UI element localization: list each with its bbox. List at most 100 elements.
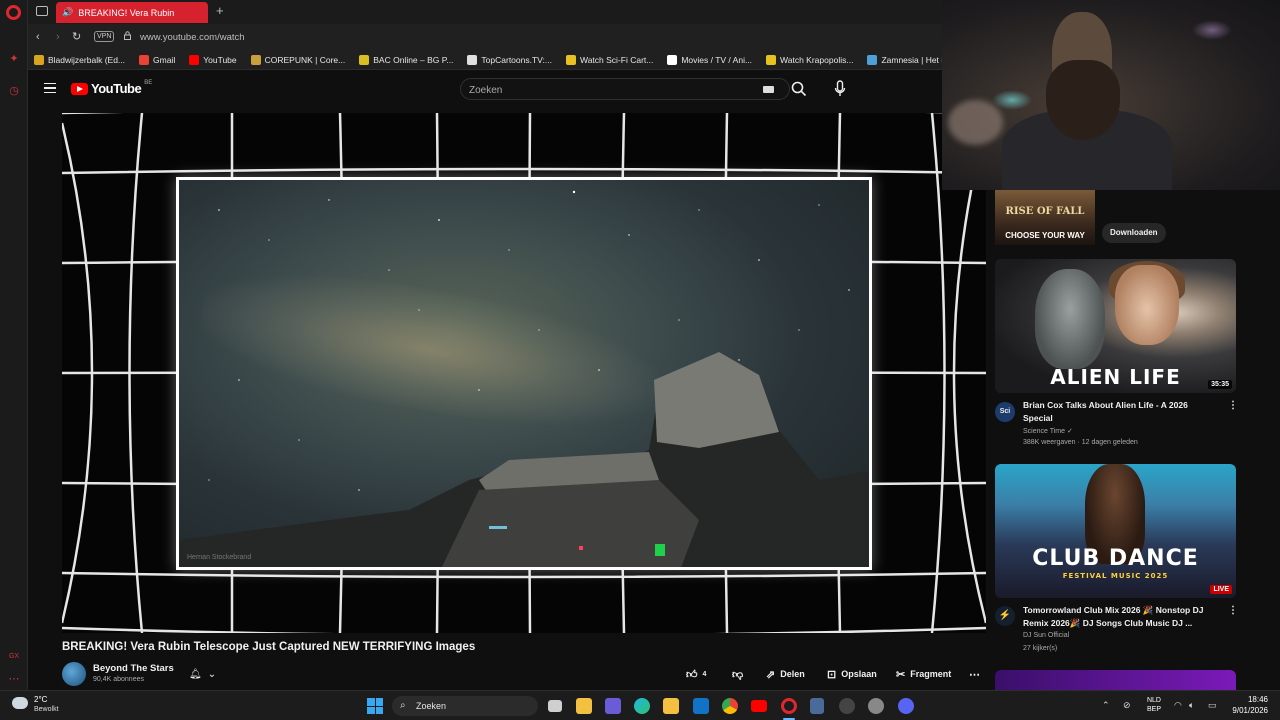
more-icon[interactable]: ⋯ — [7, 672, 21, 686]
outlook-icon[interactable] — [693, 698, 709, 714]
wifi-icon[interactable]: ◠ — [1174, 700, 1182, 711]
share-button[interactable]: ⇗ Delen — [766, 665, 805, 683]
chevron-down-icon: ⌄ — [207, 668, 217, 680]
bookmark-item[interactable]: YouTube — [189, 54, 237, 65]
bookmark-item[interactable]: Gmail — [139, 54, 176, 65]
dislike-button[interactable]: 👎︎ — [732, 665, 743, 683]
weather-cloud-icon[interactable] — [12, 697, 28, 709]
verified-icon: ✓ — [1066, 428, 1073, 435]
new-tab-button[interactable]: + — [216, 4, 224, 18]
network-off-icon[interactable]: ⊘ — [1123, 700, 1131, 711]
taskbar-search-input[interactable] — [416, 699, 526, 713]
bookmark-item[interactable]: Zamnesia | Het Be — [867, 54, 942, 65]
search-icon[interactable] — [790, 80, 808, 98]
clock-date[interactable]: 9/01/2026 — [1224, 706, 1268, 715]
battery-icon[interactable]: ▭ — [1208, 700, 1217, 711]
edge-icon[interactable] — [634, 698, 650, 714]
channel-avatar[interactable] — [62, 662, 86, 686]
channel-avatar[interactable]: Sci — [995, 402, 1015, 422]
weather-description[interactable]: Bewolkt — [34, 706, 59, 713]
chevron-up-icon[interactable]: ⌃ — [1102, 700, 1110, 711]
windows-start-icon[interactable] — [367, 698, 383, 714]
cam-light — [1192, 20, 1232, 40]
taskbar: 2°C Bewolkt ⌕ ⌃ ⊘ NLD BEP ◠ 🔈︎ ▭ 18:46 9… — [0, 690, 1280, 720]
video-watermark: Hernan Stockebrand — [187, 554, 252, 561]
recommendation-thumbnail[interactable]: ALIEN LIFE 35:35 — [995, 259, 1236, 393]
language-indicator[interactable]: NLD BEP — [1144, 696, 1164, 714]
bookmark-item[interactable]: Bladwijzerbalk (Ed... — [34, 54, 125, 65]
settings-icon[interactable] — [868, 698, 884, 714]
bookmark-item[interactable]: BAC Online – BG P... — [359, 54, 454, 65]
bell-icon: 🔔︎ — [189, 668, 202, 680]
cam-beard — [1046, 60, 1120, 140]
file-explorer-icon[interactable] — [663, 698, 679, 714]
zamnesia-icon — [867, 54, 878, 65]
ad-title: RISE OF FALL — [1005, 206, 1085, 217]
gx-icon[interactable]: GX — [7, 650, 21, 664]
history-icon[interactable]: ◷ — [7, 84, 21, 98]
youtube-app-icon[interactable] — [751, 700, 767, 712]
clock-time[interactable]: 18:46 — [1236, 695, 1268, 704]
video-player[interactable]: Hernan Stockebrand — [62, 113, 986, 633]
url-field[interactable]: www.youtube.com/watch — [140, 32, 245, 43]
back-icon[interactable]: ‹ — [36, 30, 40, 44]
bookmark-item[interactable]: Watch Sci-Fi Cart... — [565, 54, 654, 65]
bookmark-label: Watch Sci-Fi Cart... — [579, 54, 654, 65]
more-vertical-icon[interactable]: ⋮ — [1228, 605, 1238, 616]
keyboard-icon[interactable] — [763, 86, 774, 93]
corepunk-icon — [250, 54, 261, 65]
lock-icon[interactable] — [124, 31, 131, 40]
clip-button[interactable]: ✂ Fragment — [896, 665, 951, 683]
folder-icon — [34, 54, 44, 65]
language-code: NLD — [1146, 697, 1161, 704]
alien-figure — [1035, 269, 1105, 369]
menu-icon[interactable] — [44, 83, 56, 93]
channel-name[interactable]: Beyond The Stars — [93, 663, 174, 674]
thumbnail-subtext: FESTIVAL MUSIC 2025 — [1062, 572, 1169, 580]
recommendation-title[interactable]: Brian Cox Talks About Alien Life - A 202… — [1023, 399, 1213, 425]
save-button[interactable]: ⊡ Opslaan — [827, 665, 877, 683]
forward-icon[interactable]: › — [56, 30, 60, 44]
github-icon[interactable] — [839, 698, 855, 714]
bookmark-label: BAC Online – BG P... — [373, 54, 454, 65]
topcartoons-icon — [467, 54, 478, 65]
bookmark-item[interactable]: COREPUNK | Core... — [250, 54, 345, 65]
opera-icon[interactable] — [781, 698, 797, 714]
channel-avatar[interactable]: ⚡ — [995, 606, 1015, 626]
bookmark-label: Movies / TV / Ani... — [681, 54, 753, 65]
bookmark-item[interactable]: TopCartoons.TV:... — [467, 54, 552, 65]
chrome-icon[interactable] — [722, 698, 738, 714]
store-icon[interactable] — [576, 698, 592, 714]
video-frame: Hernan Stockebrand — [176, 177, 872, 570]
weather-temperature[interactable]: 2°C — [34, 695, 47, 704]
bookmark-label: Gmail — [153, 54, 176, 65]
youtube-logo[interactable]: YouTube BE — [71, 80, 152, 96]
recommendation-thumbnail[interactable]: CLUB DANCE FESTIVAL MUSIC 2025 LIVE — [995, 464, 1236, 598]
more-vertical-icon[interactable]: ⋮ — [1228, 400, 1238, 411]
tab-active[interactable]: 🔊 BREAKING! Vera Rubin — [56, 2, 208, 23]
bookmark-item[interactable]: Watch Krapopolis... — [766, 54, 853, 65]
more-actions-button[interactable]: ⋯ — [969, 665, 980, 683]
search-box — [460, 78, 790, 100]
search-input[interactable] — [469, 83, 749, 97]
microphone-icon[interactable] — [834, 80, 846, 98]
recommendation-channel[interactable]: DJ Sun Official — [1023, 632, 1069, 639]
calculator-icon[interactable] — [810, 698, 824, 714]
task-view-icon[interactable] — [548, 700, 562, 712]
like-button[interactable]: 👍︎ 4 — [686, 665, 706, 683]
discord-icon[interactable] — [898, 698, 914, 714]
recommendation-thumbnail-partial[interactable] — [995, 670, 1236, 690]
recommendation-channel[interactable]: Science Time ✓ — [1023, 427, 1073, 435]
teams-icon[interactable] — [605, 698, 621, 714]
aria-icon[interactable]: ✦ — [7, 52, 21, 66]
ad-download-button[interactable]: Downloaden — [1102, 223, 1166, 243]
notification-bell-button[interactable]: 🔔︎ ⌄ — [189, 667, 219, 681]
volume-icon[interactable]: 🔈︎ — [1189, 700, 1194, 711]
ad-thumbnail[interactable]: RISE OF FALL CHOOSE YOUR WAY — [995, 190, 1095, 245]
vpn-badge[interactable]: VPN — [94, 31, 115, 42]
recommendation-title[interactable]: Tomorrowland Club Mix 2026 🎉 Nonstop DJ … — [1023, 604, 1213, 630]
tab-menu-icon[interactable] — [36, 6, 48, 16]
reload-icon[interactable]: ↻ — [72, 30, 81, 44]
bookmark-item[interactable]: Movies / TV / Ani... — [667, 54, 753, 65]
opera-logo-icon[interactable] — [6, 5, 21, 20]
